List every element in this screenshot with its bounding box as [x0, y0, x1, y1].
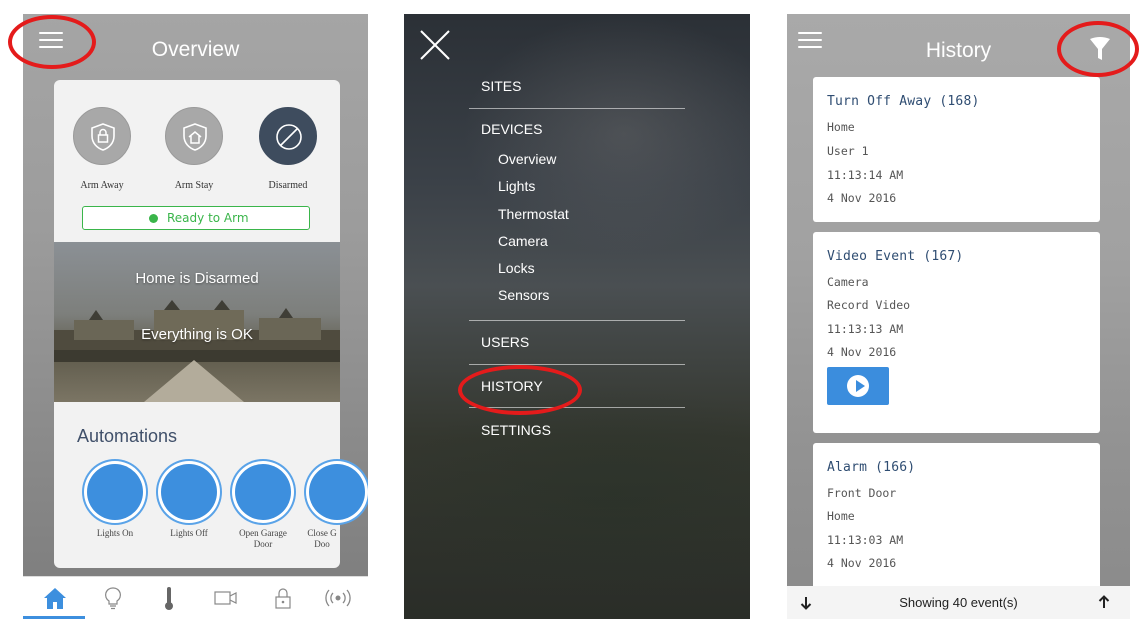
automations-card: Automations Lights On Lights Off Open Ga…: [54, 402, 365, 568]
history-event-card[interactable]: Turn Off Away (168) Home User 1 11:13:14…: [813, 77, 1100, 222]
ready-status-badge: Ready to Arm: [82, 206, 310, 230]
history-event-card[interactable]: Alarm (166) Front Door Home 11:13:03 AM …: [813, 443, 1100, 593]
menu-section-settings[interactable]: SETTINGS: [481, 422, 551, 438]
event-title: Video Event (167): [827, 249, 964, 264]
menu-item-thermostat[interactable]: Thermostat: [498, 206, 569, 222]
menu-section-devices[interactable]: DEVICES: [481, 121, 542, 137]
history-screen: History Turn Off Away (168) Home User 1 …: [787, 14, 1130, 619]
automations-title: Automations: [77, 426, 178, 446]
arm-away-button[interactable]: [73, 107, 131, 165]
event-time: 11:13:13 AM: [827, 322, 904, 336]
automation-label: Lights Off: [170, 528, 208, 538]
event-time: 11:13:14 AM: [827, 168, 904, 182]
event-title: Alarm (166): [827, 460, 916, 475]
menu-item-locks[interactable]: Locks: [498, 260, 535, 276]
menu-item-camera[interactable]: Camera: [498, 233, 548, 249]
annotation-oval-filter: [1057, 21, 1139, 77]
arm-away-label: Arm Away: [80, 180, 124, 191]
event-date: 4 Nov 2016: [827, 345, 897, 359]
shield-lock-icon: [91, 123, 115, 151]
event-date: 4 Nov 2016: [827, 556, 897, 570]
home-status-banner: Home is Disarmed Everything is OK: [54, 242, 340, 402]
arm-stay-button[interactable]: [165, 107, 223, 165]
event-detail: Front Door: [827, 486, 897, 500]
shield-home-icon: [183, 123, 207, 151]
event-date: 4 Nov 2016: [827, 191, 897, 205]
event-count-text: Showing 40 event(s): [899, 595, 1018, 610]
history-footer: Showing 40 event(s): [787, 586, 1130, 619]
automation-lights-off-button[interactable]: [161, 464, 217, 520]
close-icon[interactable]: [418, 28, 452, 62]
lightbulb-icon[interactable]: [98, 585, 128, 611]
automation-label: Close G Doo: [307, 528, 337, 549]
camera-icon[interactable]: [211, 585, 241, 611]
road-image: [144, 360, 244, 402]
menu-divider: [469, 364, 685, 365]
annotation-oval-menu: [8, 15, 96, 69]
menu-item-sensors[interactable]: Sensors: [498, 287, 549, 303]
menu-screen: SITES DEVICES Overview Lights Thermostat…: [404, 14, 750, 619]
event-detail: Camera: [827, 275, 869, 289]
disarmed-button[interactable]: [259, 107, 317, 165]
arm-card: Arm Away Arm Stay Disarmed Ready to Arm: [54, 80, 340, 266]
automation-open-garage-button[interactable]: [235, 464, 291, 520]
event-time: 11:13:03 AM: [827, 533, 904, 547]
event-detail: Home: [827, 509, 855, 523]
menu-divider: [469, 320, 685, 321]
home-status-text: Home is Disarmed: [135, 270, 259, 287]
annotation-oval-history: [458, 365, 582, 415]
arm-stay-label: Arm Stay: [174, 180, 214, 191]
menu-section-users[interactable]: USERS: [481, 334, 529, 350]
sensor-icon[interactable]: [323, 585, 353, 611]
lock-icon[interactable]: [268, 585, 298, 611]
automation-label: Lights On: [96, 528, 134, 538]
event-detail: Record Video: [827, 298, 911, 312]
bottom-tab-bar: [23, 576, 368, 619]
play-triangle: [856, 380, 865, 392]
home-icon[interactable]: [40, 585, 70, 611]
overview-screen: Overview Arm Away Arm Stay Disarmed Read…: [23, 14, 368, 619]
ready-status-text: Ready to Arm: [167, 211, 249, 225]
menu-item-lights[interactable]: Lights: [498, 178, 535, 194]
menu-section-sites[interactable]: SITES: [481, 78, 521, 94]
event-title: Turn Off Away (168): [827, 94, 980, 109]
automation-label: Open Garage Door: [239, 528, 287, 549]
check-icon: [149, 214, 158, 223]
disarmed-slash-icon: [276, 124, 302, 150]
event-detail: Home: [827, 120, 855, 134]
menu-item-overview[interactable]: Overview: [498, 151, 556, 167]
thermometer-icon[interactable]: [154, 585, 184, 611]
automation-close-garage-button[interactable]: [309, 464, 365, 520]
event-detail: User 1: [827, 144, 869, 158]
menu-divider: [469, 108, 685, 109]
automation-lights-on-button[interactable]: [87, 464, 143, 520]
play-video-button[interactable]: [827, 367, 889, 405]
history-event-card[interactable]: Video Event (167) Camera Record Video 11…: [813, 232, 1100, 433]
arrow-up-icon[interactable]: [1098, 595, 1110, 609]
disarmed-label: Disarmed: [268, 180, 308, 191]
ok-status-text: Everything is OK: [141, 326, 253, 343]
